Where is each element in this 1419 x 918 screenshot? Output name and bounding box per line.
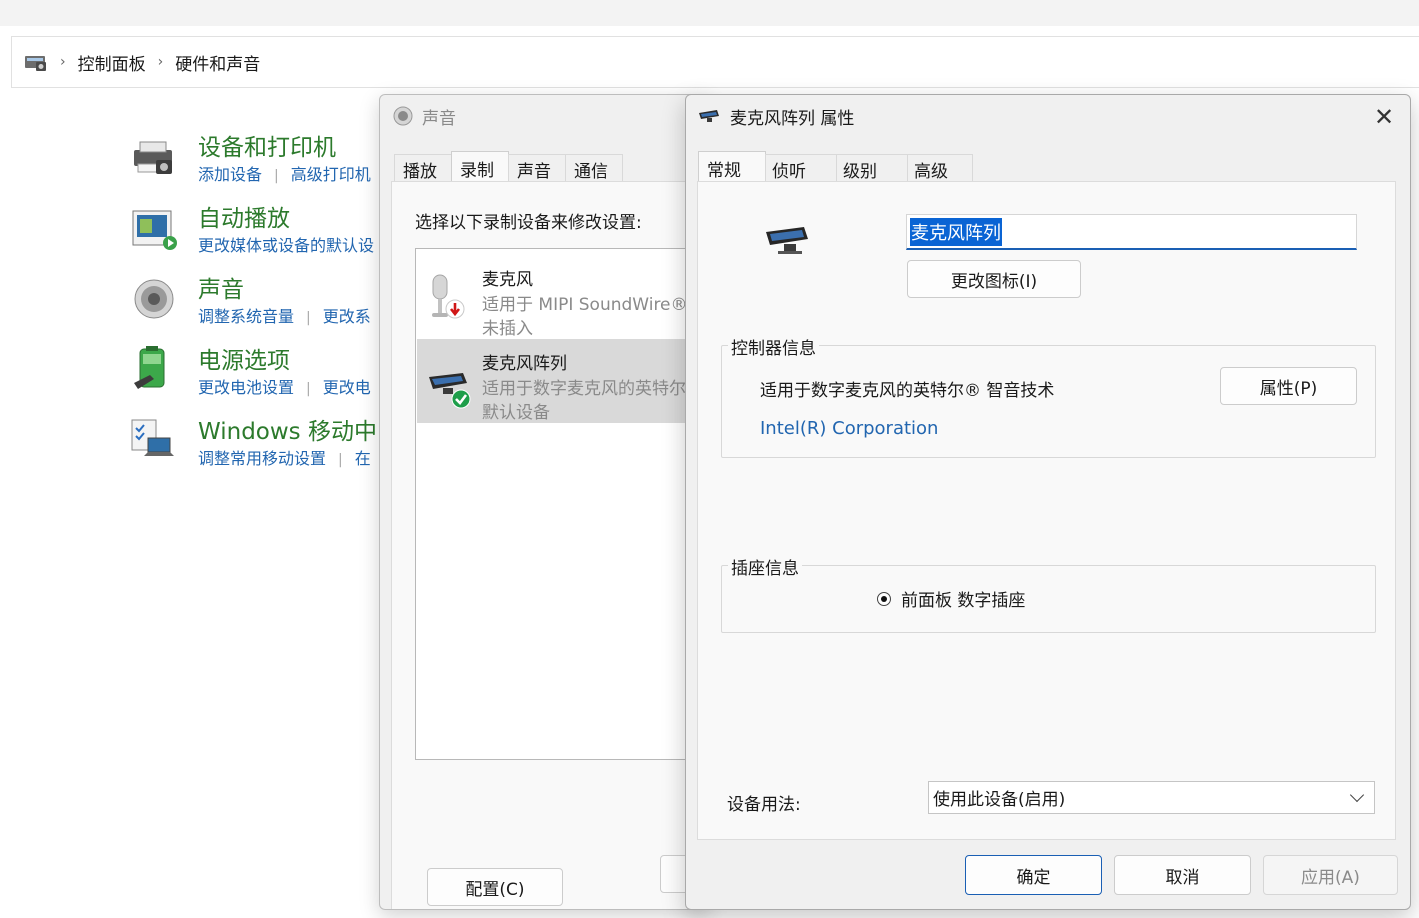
link-change-default-media[interactable]: 更改媒体或设备的默认设 xyxy=(198,236,374,255)
jack-label: 前面板 数字插座 xyxy=(901,591,1026,611)
device-state: 未插入 xyxy=(482,319,533,339)
jack-info-legend: 插座信息 xyxy=(728,554,802,579)
cp-item-links: 调整系统音量 | 更改系 xyxy=(198,303,371,327)
cp-item-autoplay: 自动播放 更改媒体或设备的默认设 xyxy=(130,199,390,259)
microphone-icon xyxy=(427,271,473,329)
control-panel-icon xyxy=(24,51,48,73)
link-adjust-mobility[interactable]: 调整常用移动设置 xyxy=(198,449,326,468)
jack-radio[interactable]: 前面板 数字插座 xyxy=(877,586,1025,611)
printer-icon xyxy=(130,132,178,180)
cp-item-links: 更改电池设置 | 更改电 xyxy=(198,374,371,398)
chevron-right-icon: › xyxy=(60,54,66,70)
close-icon[interactable]: ✕ xyxy=(1372,103,1396,131)
controller-vendor: Intel(R) Corporation xyxy=(760,418,939,439)
cp-item-title[interactable]: 设备和打印机 xyxy=(198,128,336,162)
chevron-down-icon xyxy=(1349,787,1365,803)
mic-array-icon xyxy=(698,107,722,125)
cp-item-title[interactable]: 声音 xyxy=(198,270,244,304)
link-adjust-volume[interactable]: 调整系统音量 xyxy=(198,307,294,326)
device-usage-value: 使用此设备(启用) xyxy=(933,790,1066,810)
controller-info-group: 控制器信息 适用于数字麦克风的英特尔® 智音技术 Intel(R) Corpor… xyxy=(721,334,1376,458)
breadcrumb-hardware-sound[interactable]: 硬件和声音 xyxy=(175,50,260,75)
speaker-icon xyxy=(392,105,414,127)
device-state: 默认设备 xyxy=(482,403,550,423)
jack-info-group: 插座信息 前面板 数字插座 xyxy=(721,554,1376,633)
link-advanced-printer[interactable]: 高级打印机 xyxy=(291,165,371,184)
sound-tabs: 播放 录制 声音 通信 xyxy=(394,151,623,184)
cp-item-title[interactable]: 自动播放 xyxy=(198,199,290,233)
window-top-strip xyxy=(0,0,1419,26)
device-usage-select[interactable]: 使用此设备(启用) xyxy=(928,781,1375,814)
cp-item-links: 调整常用移动设置 | 在 xyxy=(198,445,371,469)
tab-recording[interactable]: 录制 xyxy=(451,151,509,184)
link-divider: | xyxy=(306,310,311,326)
link-change-system-sounds[interactable]: 更改系 xyxy=(323,307,371,326)
link-divider: | xyxy=(338,452,343,468)
device-usage-label: 设备用法: xyxy=(727,795,801,815)
sound-dialog-titlebar[interactable]: 声音 xyxy=(380,95,708,137)
device-description: 适用于 MIPI SoundWire® xyxy=(482,295,688,315)
link-change-battery[interactable]: 更改电池设置 xyxy=(198,378,294,397)
recording-instruction: 选择以下录制设备来修改设置: xyxy=(415,213,642,233)
link-divider: | xyxy=(274,168,279,184)
cp-item-power: 电源选项 更改电池设置 | 更改电 xyxy=(130,341,390,401)
speaker-icon xyxy=(130,274,178,322)
device-name-value: 麦克风阵列 xyxy=(910,217,1002,246)
link-add-device[interactable]: 添加设备 xyxy=(198,165,262,184)
autoplay-icon xyxy=(130,203,178,251)
cp-item-devices-printers: 设备和打印机 添加设备 | 高级打印机 xyxy=(130,128,390,188)
device-name: 麦克风阵列 xyxy=(482,354,567,374)
link-mobility-more[interactable]: 在 xyxy=(355,449,371,468)
tab-general[interactable]: 常规 xyxy=(698,151,766,184)
general-panel: 麦克风阵列 更改图标(I) 控制器信息 适用于数字麦克风的英特尔® 智音技术 I… xyxy=(697,181,1396,840)
mic-array-icon xyxy=(427,355,473,413)
configure-button[interactable]: 配置(C) xyxy=(427,868,563,906)
cancel-button[interactable]: 取消 xyxy=(1114,855,1251,895)
tab-levels[interactable]: 级别 xyxy=(836,154,908,184)
tab-playback[interactable]: 播放 xyxy=(394,154,452,184)
sound-dialog-title: 声音 xyxy=(422,108,456,129)
chevron-right-icon: › xyxy=(157,54,164,70)
breadcrumb-control-panel[interactable]: 控制面板 xyxy=(78,50,146,75)
address-bar[interactable]: › 控制面板 › 硬件和声音 xyxy=(11,36,1419,88)
cp-item-title[interactable]: 电源选项 xyxy=(198,341,290,375)
controller-name: 适用于数字麦克风的英特尔® 智音技术 xyxy=(760,381,1055,401)
recording-panel: 选择以下录制设备来修改设置: 麦克风 适用于 MIPI SoundWire® 未… xyxy=(391,181,708,909)
tab-advanced[interactable]: 高级 xyxy=(907,154,973,184)
cp-item-links: 更改媒体或设备的默认设 xyxy=(198,232,374,256)
device-description: 适用于数字麦克风的英特尔 xyxy=(482,379,686,399)
change-icon-button[interactable]: 更改图标(I) xyxy=(907,260,1081,298)
cp-item-links: 添加设备 | 高级打印机 xyxy=(198,161,371,185)
recording-device-list[interactable]: 麦克风 适用于 MIPI SoundWire® 未插入 麦克风阵列 适用于数字麦… xyxy=(415,248,708,760)
sound-dialog: 声音 播放 录制 声音 通信 选择以下录制设备来修改设置: 麦克风 适用于 MI… xyxy=(379,94,709,910)
tab-communications[interactable]: 通信 xyxy=(565,154,623,184)
link-change-power[interactable]: 更改电 xyxy=(323,378,371,397)
mic-array-properties-dialog: 麦克风阵列 属性 ✕ 常规 侦听 级别 高级 麦克风阵列 更改图标(I) 控制器… xyxy=(685,94,1411,910)
controller-info-legend: 控制器信息 xyxy=(728,334,819,359)
link-divider: | xyxy=(306,381,311,397)
cp-item-mobility: Windows 移动中 调整常用移动设置 | 在 xyxy=(130,412,390,472)
cp-item-title[interactable]: Windows 移动中 xyxy=(198,412,377,446)
device-item-microphone[interactable]: 麦克风 适用于 MIPI SoundWire® 未插入 xyxy=(417,255,708,339)
radio-selected-icon xyxy=(877,591,891,606)
tab-sounds[interactable]: 声音 xyxy=(508,154,566,184)
device-item-mic-array[interactable]: 麦克风阵列 适用于数字麦克风的英特尔 默认设备 xyxy=(417,339,708,423)
mic-array-icon xyxy=(764,222,816,258)
device-name: 麦克风 xyxy=(482,270,533,290)
properties-tabs: 常规 侦听 级别 高级 xyxy=(698,151,973,184)
laptop-checklist-icon xyxy=(130,416,178,464)
controller-properties-button[interactable]: 属性(P) xyxy=(1220,367,1357,405)
battery-icon xyxy=(130,345,178,393)
properties-title: 麦克风阵列 属性 xyxy=(730,108,855,129)
cp-item-sound: 声音 调整系统音量 | 更改系 xyxy=(130,270,390,330)
device-name-input[interactable]: 麦克风阵列 xyxy=(906,214,1357,250)
ok-button[interactable]: 确定 xyxy=(965,855,1102,895)
tab-listen[interactable]: 侦听 xyxy=(765,154,837,184)
apply-button[interactable]: 应用(A) xyxy=(1263,855,1398,895)
properties-titlebar[interactable]: 麦克风阵列 属性 xyxy=(686,95,1410,137)
